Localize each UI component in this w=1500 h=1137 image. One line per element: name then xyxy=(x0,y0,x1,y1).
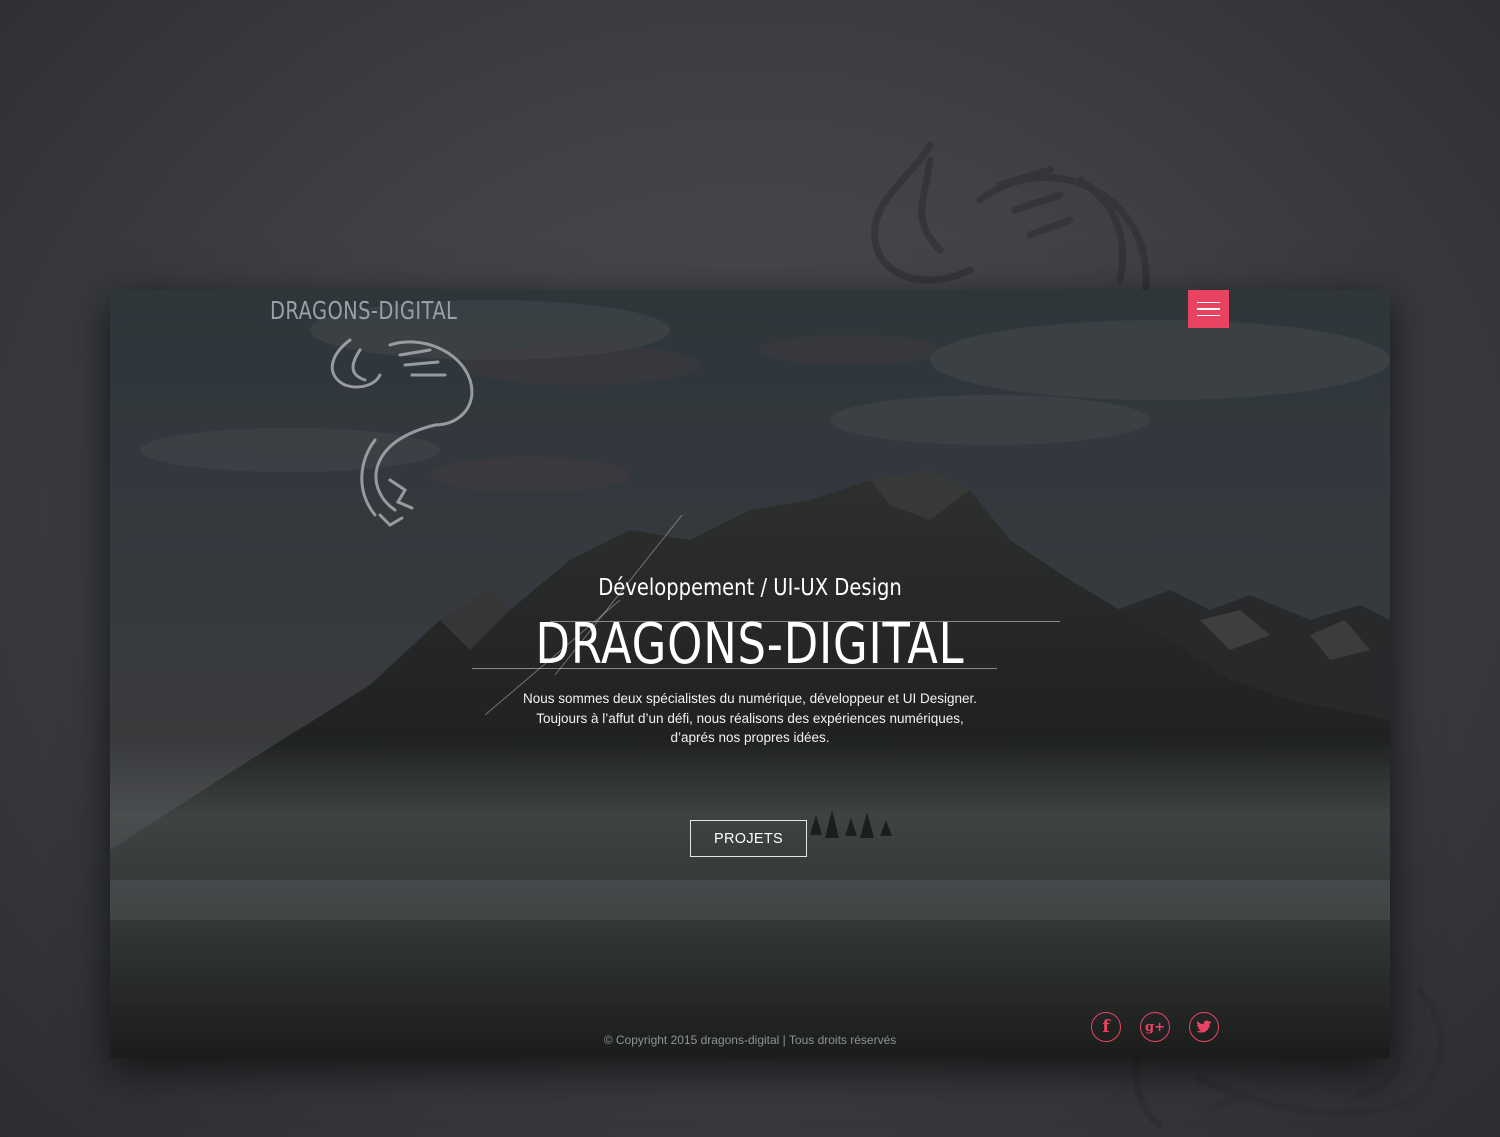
hero-subtitle: Développement / UI-UX Design xyxy=(598,575,902,601)
website-mockup-frame: DRAGONS-DIGITAL Développement / UI-UX De… xyxy=(110,290,1390,1058)
title-bottom-rule xyxy=(472,668,997,669)
facebook-glyph: f xyxy=(1102,1017,1110,1037)
projets-button[interactable]: PROJETS xyxy=(690,820,807,857)
twitter-bird-icon xyxy=(1196,1020,1212,1033)
hero-description-line: d’aprés nos propres idées. xyxy=(670,730,830,745)
facebook-icon[interactable]: f xyxy=(1091,1012,1121,1042)
copyright-text: © Copyright 2015 dragons-digital | Tous … xyxy=(603,1033,897,1047)
google-plus-glyph: g+ xyxy=(1145,1019,1165,1035)
hero-section: Développement / UI-UX Design DRAGONS-DIG… xyxy=(110,290,1390,1058)
google-plus-icon[interactable]: g+ xyxy=(1140,1012,1170,1042)
hero-description: Nous sommes deux spécialistes du numériq… xyxy=(490,689,1010,748)
hero-description-line: Toujours à l’affut d’un défi, nous réali… xyxy=(536,710,964,726)
background-dragon-icon xyxy=(871,141,1150,304)
twitter-icon[interactable] xyxy=(1189,1012,1219,1042)
hero-description-line: Nous sommes deux spécialistes du numériq… xyxy=(523,691,977,706)
